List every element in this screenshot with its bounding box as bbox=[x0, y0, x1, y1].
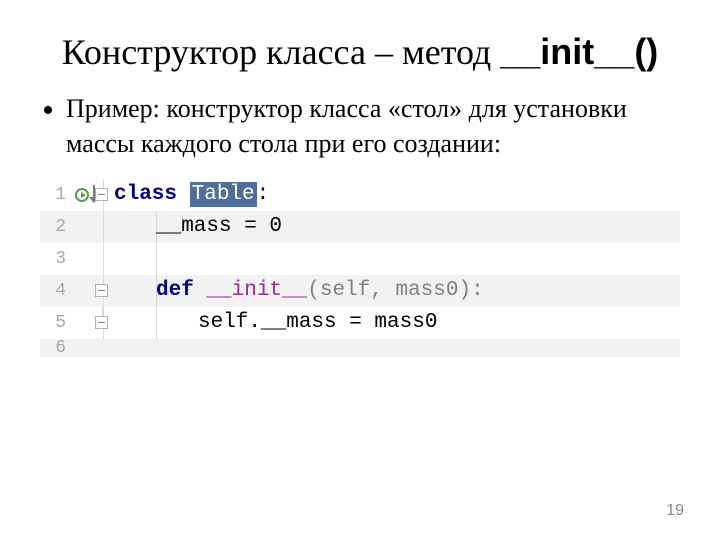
line-number: 2 bbox=[40, 211, 74, 243]
code-line: 5 self.__mass = mass0 bbox=[40, 307, 680, 339]
line-number: 3 bbox=[40, 243, 74, 275]
code-content: __mass = 0 bbox=[156, 211, 680, 243]
line-number: 4 bbox=[40, 275, 74, 307]
fold-end-icon bbox=[95, 316, 108, 329]
title-text: Конструктор класса – метод bbox=[62, 32, 501, 72]
page-number: 19 bbox=[666, 502, 684, 520]
code-content: self.__mass = mass0 bbox=[156, 307, 680, 339]
code-line: 6 bbox=[40, 339, 680, 357]
line-number: 5 bbox=[40, 307, 74, 339]
code-editor-screenshot: 1 class Table: 2 __mass = 0 3 bbox=[40, 179, 680, 357]
code-content: class Table: bbox=[114, 179, 680, 211]
bullet-quoted: «стол» bbox=[388, 94, 462, 123]
bullet-prefix: Пример: конструктор класса bbox=[66, 94, 388, 123]
code-line: 4 def __init__(self, mass0): bbox=[40, 275, 680, 307]
bullet-item: Пример: конструктор класса «стол» для ус… bbox=[66, 92, 680, 161]
code-line: 1 class Table: bbox=[40, 179, 680, 211]
fold-icon bbox=[95, 284, 108, 297]
code-line: 2 __mass = 0 bbox=[40, 211, 680, 243]
run-icon bbox=[75, 188, 89, 202]
code-content bbox=[156, 243, 680, 275]
code-content bbox=[114, 339, 680, 357]
highlighted-class-name: Table bbox=[190, 182, 257, 207]
line-number: 1 bbox=[40, 179, 74, 211]
slide-title: Конструктор класса – метод __init__() bbox=[40, 30, 680, 74]
bullet-list: Пример: конструктор класса «стол» для ус… bbox=[40, 92, 680, 161]
title-method-name: __init__() bbox=[500, 31, 658, 72]
fold-icon bbox=[95, 188, 108, 201]
code-line: 3 bbox=[40, 243, 680, 275]
line-number: 6 bbox=[40, 339, 74, 357]
code-content: def __init__(self, mass0): bbox=[156, 275, 680, 307]
